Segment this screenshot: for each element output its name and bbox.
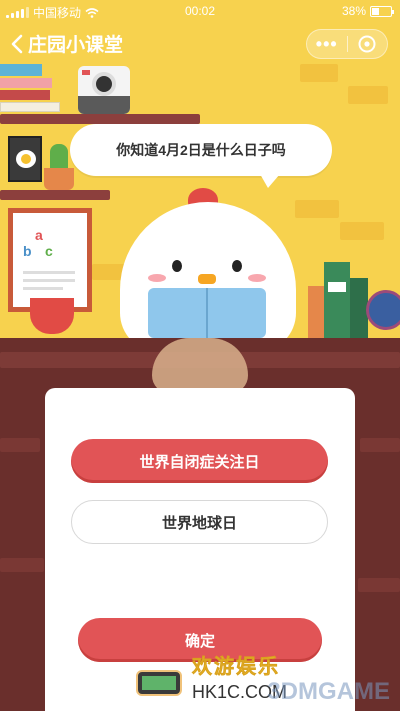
question-bubble: 你知道4月2日是什么日子吗	[70, 124, 332, 188]
watermark-cn: 欢游娱乐	[192, 656, 280, 679]
chicken-mascot	[108, 188, 308, 340]
watermark-gm: 3DMGAME	[267, 678, 390, 705]
globe	[366, 290, 400, 330]
status-time: 00:02	[184, 4, 216, 18]
confirm-label: 确定	[184, 632, 215, 650]
question-text: 你知道4月2日是什么日子吗	[116, 142, 286, 158]
more-icon[interactable]: •••	[307, 34, 347, 55]
close-icon	[358, 35, 376, 53]
option-label: 世界地球日	[161, 514, 237, 532]
gamepad-hands-image	[130, 660, 186, 708]
back-icon	[11, 34, 23, 53]
book-stack	[0, 64, 60, 114]
option-label: 世界自闭症关注日	[139, 453, 260, 471]
alphabet-poster: a b c	[8, 208, 92, 312]
monster-character	[152, 338, 248, 394]
egg-poster	[8, 136, 42, 182]
mini-program-capsule: •••	[306, 29, 388, 59]
battery-percent: 38%	[341, 4, 366, 18]
red-mug	[30, 298, 74, 334]
watermark: 欢游娱乐 HK1C.COM 3DMGAME	[130, 650, 400, 711]
book-row	[308, 258, 368, 338]
close-button[interactable]	[348, 34, 388, 54]
back-button[interactable]: 庄园小课堂	[10, 30, 123, 57]
option-button-2[interactable]: 世界地球日	[71, 500, 328, 544]
camera	[78, 66, 130, 114]
battery-icon	[370, 5, 394, 17]
page-title: 庄园小课堂	[28, 35, 124, 56]
nav-bar: 庄园小课堂 •••	[0, 24, 400, 64]
status-bar: 中国移动 00:02 38%	[0, 0, 400, 22]
option-button-1[interactable]: 世界自闭症关注日	[71, 439, 328, 483]
